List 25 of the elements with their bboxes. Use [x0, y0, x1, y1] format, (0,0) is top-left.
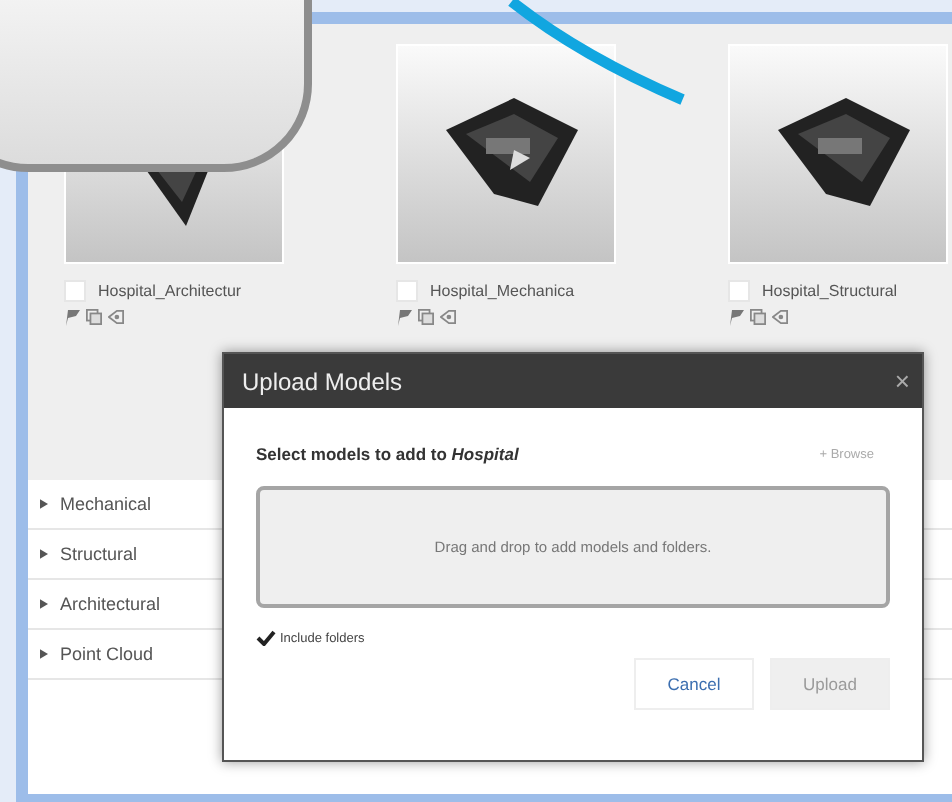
- tree-item[interactable]: Architectural: [60, 594, 161, 614]
- caret-icon[interactable]: [40, 598, 48, 610]
- cancel-button[interactable]: Cancel: [634, 658, 754, 710]
- checkbox[interactable]: [64, 280, 86, 302]
- close-button[interactable]: ×: [894, 366, 910, 396]
- checkbox[interactable]: [728, 280, 750, 302]
- copy-icon[interactable]: [86, 308, 102, 326]
- tree-item[interactable]: Point Cloud: [60, 644, 154, 664]
- dialog-title: Upload Models: [242, 367, 403, 395]
- model-name: Hospital_Architectur: [98, 282, 242, 300]
- tree-item[interactable]: Mechanical: [60, 494, 152, 514]
- flag-icon[interactable]: [396, 308, 412, 326]
- flag-icon[interactable]: [64, 308, 80, 326]
- caret-icon[interactable]: [40, 648, 48, 660]
- checkmark-icon[interactable]: [256, 630, 276, 646]
- caret-icon[interactable]: [40, 498, 48, 510]
- tree-item[interactable]: Structural: [60, 544, 138, 564]
- checkbox[interactable]: [396, 280, 418, 302]
- prompt-text: Select models to add to Hospital: [256, 444, 519, 464]
- model-name: Hospital_Mechanica: [430, 282, 575, 300]
- copy-icon[interactable]: [418, 308, 434, 326]
- flag-icon[interactable]: [728, 308, 744, 326]
- caret-icon[interactable]: [40, 548, 48, 560]
- copy-icon[interactable]: [750, 308, 766, 326]
- model-name: Hospital_Structural: [762, 282, 898, 300]
